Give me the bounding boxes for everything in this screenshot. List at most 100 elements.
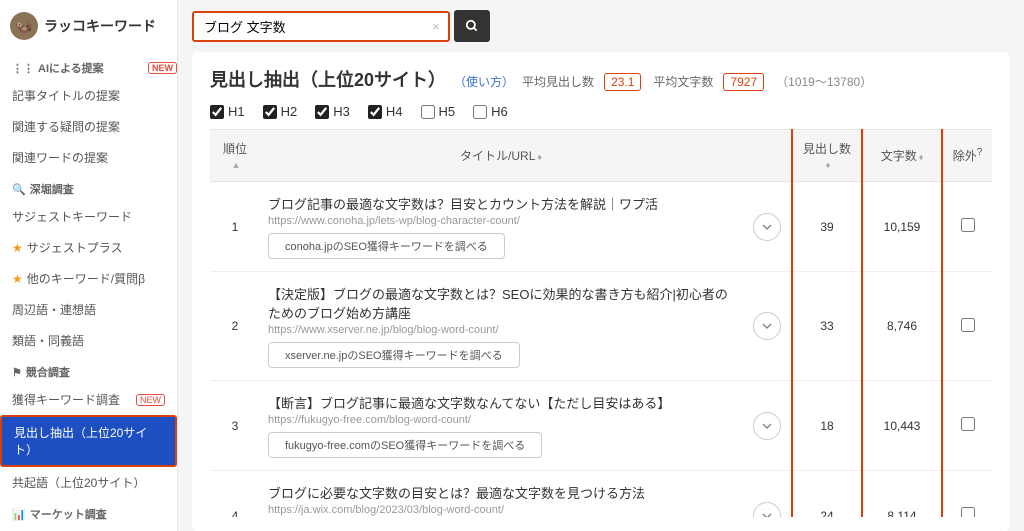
avg-head-value: 23.1 (604, 73, 641, 91)
sidebar-item-label: サジェストプラス (27, 239, 123, 256)
sidebar-item[interactable]: 関連ワードの提案 (0, 142, 177, 173)
filter-label: H2 (281, 104, 298, 119)
exclude-checkbox[interactable] (961, 218, 975, 232)
main: × 見出し抽出（上位20サイト） （使い方） 平均見出し数 23.1 平均文字数… (178, 0, 1024, 531)
sidebar-item-label: 関連する疑問の提案 (12, 118, 120, 135)
filter-h5[interactable]: H5 (421, 104, 456, 119)
row-url[interactable]: https://fukugyo-free.com/blog-word-count… (268, 414, 734, 426)
sidebar-item-label: 周辺語・連想語 (12, 301, 96, 318)
help-icon[interactable]: ? (977, 147, 983, 158)
rank-cell: 3 (210, 381, 260, 471)
sidebar-item[interactable]: 関連する疑問の提案 (0, 111, 177, 142)
app-name: ラッコキーワード (44, 16, 156, 36)
sidebar-item[interactable]: 類語・同義語 (0, 325, 177, 356)
seo-keywords-button[interactable]: xserver.ne.jpのSEO獲得キーワードを調べる (268, 342, 520, 368)
title-cell: ブログ記事の最適な文字数は？目安とカウント方法を解説｜ワプ活 https://ww… (260, 182, 742, 272)
table-row: 2【決定版】ブログの最適な文字数とは？SEOに効果的な書き方も紹介|初心者のため… (210, 272, 992, 381)
headings-cell: 24 (792, 471, 862, 518)
filter-h2[interactable]: H2 (263, 104, 298, 119)
row-url[interactable]: https://www.conoha.jp/lets-wp/blog-chara… (268, 215, 734, 227)
exclude-cell (942, 471, 992, 518)
expand-button[interactable] (753, 213, 781, 241)
logo[interactable]: 🦦 ラッコキーワード (0, 0, 177, 52)
exclude-checkbox[interactable] (961, 318, 975, 332)
sidebar-item[interactable]: 記事タイトルの提案 (0, 80, 177, 111)
rank-cell: 1 (210, 182, 260, 272)
seo-keywords-button[interactable]: conoha.jpのSEO獲得キーワードを調べる (268, 233, 505, 259)
filter-label: H1 (228, 104, 245, 119)
filter-label: H5 (439, 104, 456, 119)
filter-h4[interactable]: H4 (368, 104, 403, 119)
seo-keywords-button[interactable]: fukugyo-free.comのSEO獲得キーワードを調べる (268, 432, 542, 458)
new-badge: NEW (148, 62, 177, 74)
filter-checkbox[interactable] (368, 105, 382, 119)
clear-icon[interactable]: × (424, 19, 448, 34)
expand-cell (742, 471, 792, 518)
sidebar-item-label: 関連ワードの提案 (12, 149, 108, 166)
sidebar-item[interactable]: ★ サジェストプラス (0, 232, 177, 263)
filter-checkbox[interactable] (473, 105, 487, 119)
filter-checkbox[interactable] (263, 105, 277, 119)
expand-cell (742, 182, 792, 272)
expand-button[interactable] (753, 502, 781, 518)
sidebar-item[interactable]: 獲得キーワード調査NEW (0, 384, 177, 415)
expand-cell (742, 272, 792, 381)
rank-cell: 4 (210, 471, 260, 518)
filter-label: H6 (491, 104, 508, 119)
section-ai: ⋮⋮ AIによる提案 NEW (0, 52, 177, 80)
rank-cell: 2 (210, 272, 260, 381)
filter-checkbox[interactable] (210, 105, 224, 119)
chars-cell: 8,114 (862, 471, 942, 518)
headings-cell: 39 (792, 182, 862, 272)
exclude-cell (942, 381, 992, 471)
row-title[interactable]: 【決定版】ブログの最適な文字数とは？SEOに効果的な書き方も紹介|初心者のための… (268, 284, 734, 322)
exclude-checkbox[interactable] (961, 507, 975, 517)
filter-checkbox[interactable] (421, 105, 435, 119)
range: （1019〜13780） (776, 73, 872, 90)
table-row: 1 ブログ記事の最適な文字数は？目安とカウント方法を解説｜ワプ活 https://w… (210, 182, 992, 272)
chevron-down-icon (762, 421, 772, 431)
filter-label: H3 (333, 104, 350, 119)
col-chars[interactable]: 文字数♦ (862, 130, 942, 182)
search-button[interactable] (454, 10, 490, 42)
sidebar-item[interactable]: サジェストキーワード (0, 201, 177, 232)
sparkle-icon: ⋮⋮ (12, 62, 34, 75)
header-row: 見出し抽出（上位20サイト） （使い方） 平均見出し数 23.1 平均文字数 7… (210, 66, 992, 92)
otter-icon: 🦦 (10, 12, 38, 40)
filter-h6[interactable]: H6 (473, 104, 508, 119)
sidebar-item-label: 共起語（上位20サイト） (12, 474, 145, 491)
col-headings[interactable]: 見出し数♦ (792, 130, 862, 182)
heading-filters: H1 H2 H3 H4 H5 H6 (210, 104, 992, 119)
row-title[interactable]: ブログに必要な文字数の目安とは？最適な文字数を見つける方法 (268, 483, 734, 502)
avg-char-label: 平均文字数 (653, 73, 713, 90)
sidebar-item[interactable]: 共起語（上位20サイト） (0, 467, 177, 498)
col-rank[interactable]: 順位▲ (210, 130, 260, 182)
chevron-down-icon (762, 321, 772, 331)
col-title-url[interactable]: タイトル/URL♦ (260, 130, 742, 182)
usage-link[interactable]: （使い方） (454, 73, 514, 90)
filter-h1[interactable]: H1 (210, 104, 245, 119)
row-title[interactable]: 【断言】ブログ記事に最適な文字数なんてない【ただし目安はある】 (268, 393, 734, 412)
section-comp: ⚑ 競合調査 (0, 356, 177, 384)
filter-h3[interactable]: H3 (315, 104, 350, 119)
title-cell: ブログに必要な文字数の目安とは？最適な文字数を見つける方法 https://ja.… (260, 471, 742, 518)
chars-cell: 10,443 (862, 381, 942, 471)
expand-button[interactable] (753, 412, 781, 440)
title-cell: 【決定版】ブログの最適な文字数とは？SEOに効果的な書き方も紹介|初心者のための… (260, 272, 742, 381)
col-exclude: 除外? (942, 130, 992, 182)
search-input[interactable] (194, 13, 424, 40)
filter-checkbox[interactable] (315, 105, 329, 119)
sidebar-item[interactable]: ★他のキーワード/質問β (0, 263, 177, 294)
headings-cell: 18 (792, 381, 862, 471)
row-url[interactable]: https://www.xserver.ne.jp/blog/blog-word… (268, 324, 734, 336)
row-url[interactable]: https://ja.wix.com/blog/2023/03/blog-wor… (268, 504, 734, 516)
sidebar-item[interactable]: 見出し抽出（上位20サイト） (0, 415, 177, 467)
results-table: 順位▲ タイトル/URL♦ 見出し数♦ 文字数♦ 除外? 1ブログ記事の最適な文… (210, 129, 992, 517)
expand-button[interactable] (753, 312, 781, 340)
exclude-cell (942, 272, 992, 381)
exclude-checkbox[interactable] (961, 417, 975, 431)
star-icon: ★ (12, 241, 23, 255)
row-title[interactable]: ブログ記事の最適な文字数は？目安とカウント方法を解説｜ワプ活 (268, 194, 734, 213)
sidebar-item[interactable]: 周辺語・連想語 (0, 294, 177, 325)
content: 見出し抽出（上位20サイト） （使い方） 平均見出し数 23.1 平均文字数 7… (192, 52, 1010, 531)
